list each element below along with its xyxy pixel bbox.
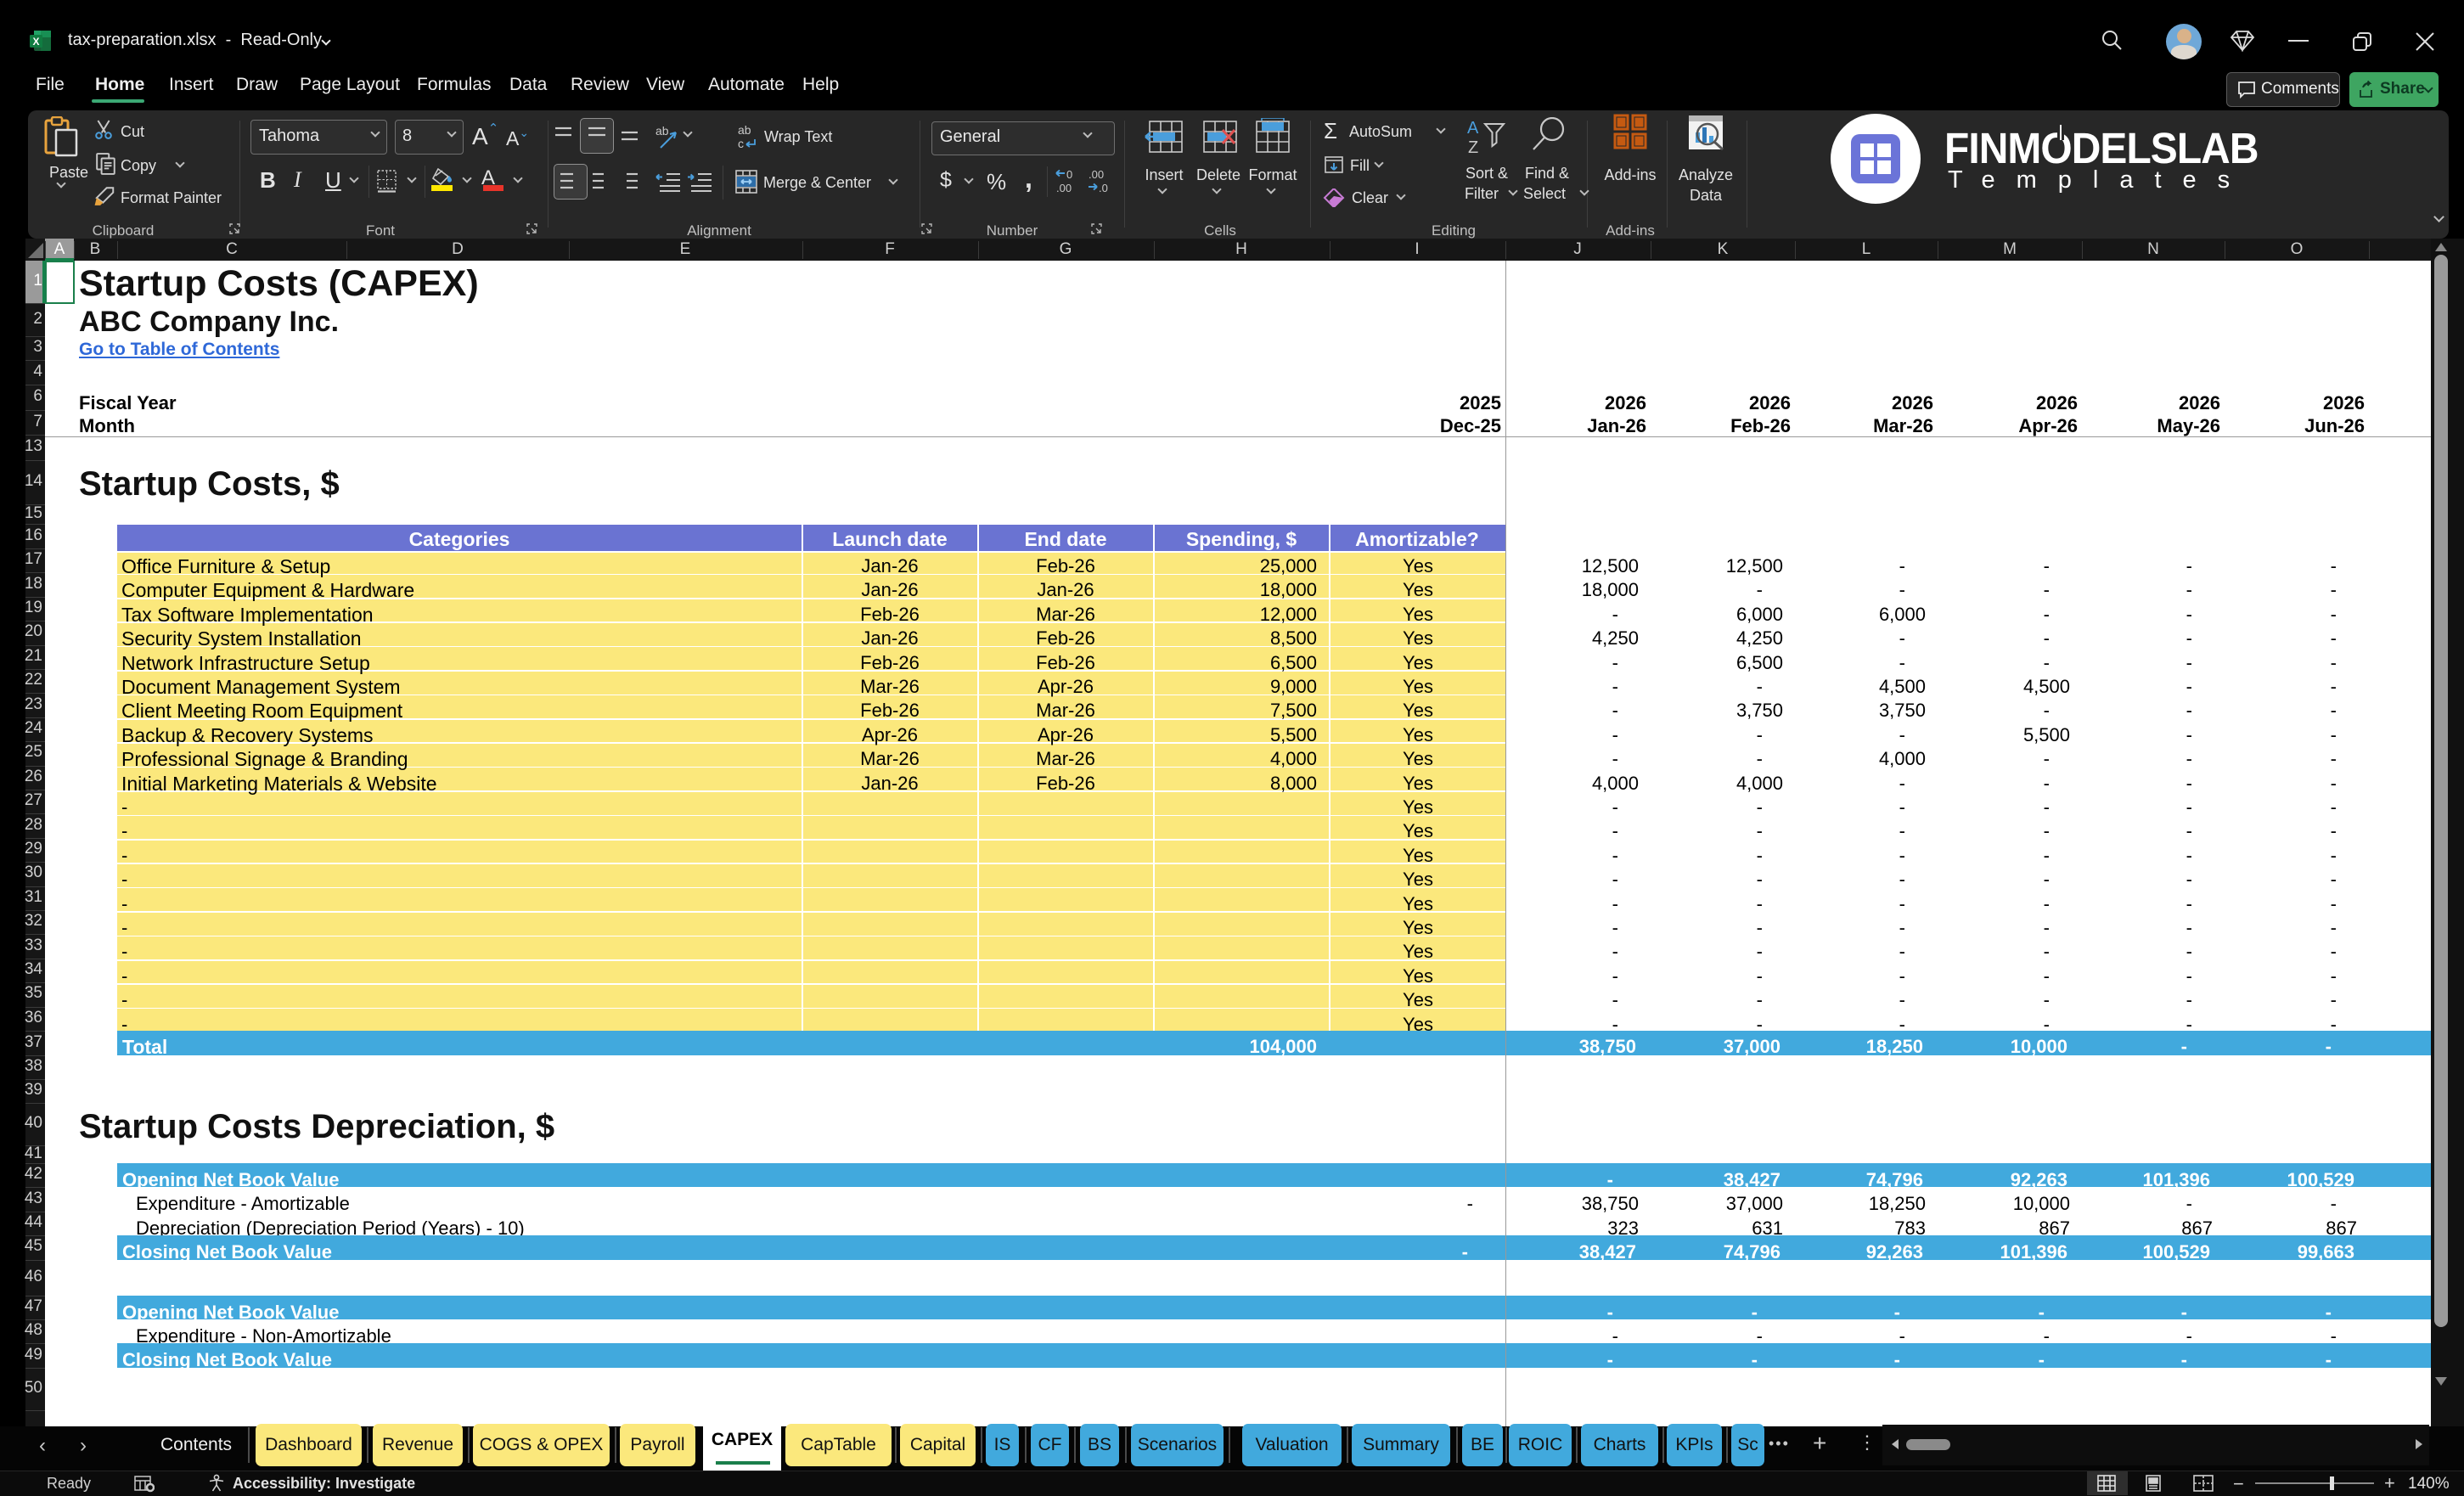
svg-text:.00: .00: [1056, 182, 1072, 194]
svg-text:A: A: [1467, 119, 1479, 138]
svg-text:c: c: [738, 137, 744, 150]
svg-text:.00: .00: [1089, 168, 1104, 181]
svg-text:ab: ab: [738, 124, 751, 137]
svg-text:ab: ab: [655, 124, 669, 138]
svg-text:.0: .0: [1099, 182, 1108, 194]
svg-text:Z: Z: [1468, 138, 1478, 156]
svg-text:X: X: [32, 36, 39, 48]
svg-text:0: 0: [1066, 168, 1072, 181]
